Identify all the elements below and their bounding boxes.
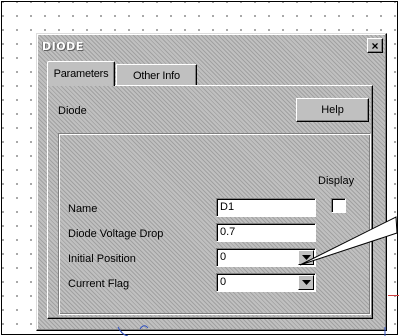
tab-parameters-label: Parameters bbox=[53, 68, 109, 80]
red-wire-fragment bbox=[388, 295, 399, 296]
background-schematic-fragment bbox=[117, 325, 386, 336]
tab-parameters[interactable]: Parameters bbox=[47, 61, 115, 86]
callout-pointer-icon bbox=[299, 216, 398, 266]
